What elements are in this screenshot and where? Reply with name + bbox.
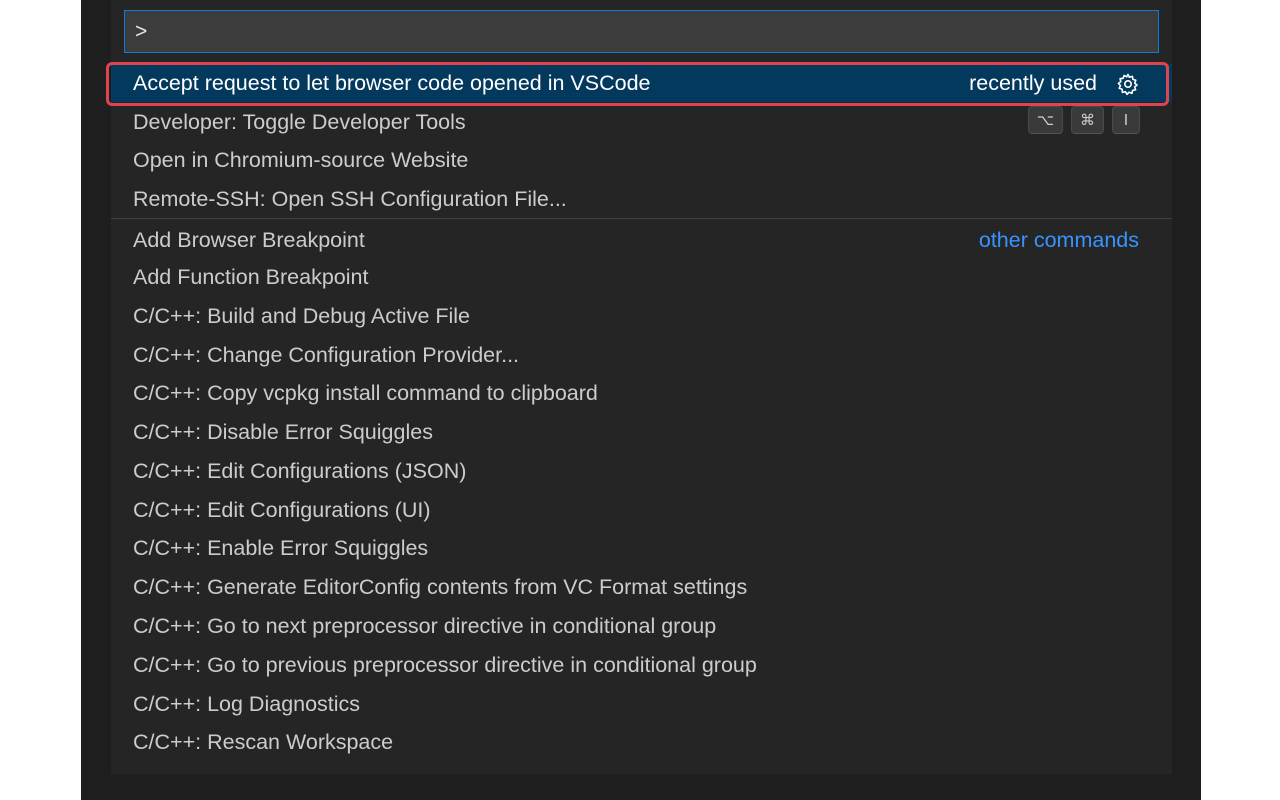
command-label: C/C++: Log Diagnostics	[133, 692, 361, 716]
command-label: Accept request to let browser code opene…	[133, 71, 651, 95]
command-item-toggle-developer-tools[interactable]: Developer: Toggle Developer Tools ⌥ ⌘ I	[111, 103, 1172, 141]
command-item[interactable]: C/C++: Generate EditorConfig contents fr…	[111, 568, 1172, 606]
command-label: Add Function Breakpoint	[133, 265, 369, 289]
command-label: C/C++: Rescan Workspace	[133, 730, 394, 754]
command-item[interactable]: C/C++: Go to previous preprocessor direc…	[111, 646, 1172, 684]
command-label: C/C++: Enable Error Squiggles	[133, 536, 429, 560]
keybinding-key-command: ⌘	[1071, 106, 1104, 134]
command-label: C/C++: Edit Configurations (JSON)	[133, 459, 467, 483]
command-item[interactable]: Add Function Breakpoint	[111, 258, 1172, 296]
command-label: C/C++: Go to next preprocessor directive…	[133, 614, 717, 638]
command-label: C/C++: Go to previous preprocessor direc…	[133, 653, 757, 677]
command-label: Open in Chromium-source Website	[133, 148, 469, 172]
command-item-remote-ssh-config[interactable]: Remote-SSH: Open SSH Configuration File.…	[111, 180, 1172, 218]
command-label: C/C++: Generate EditorConfig contents fr…	[133, 575, 748, 599]
command-label: C/C++: Change Configuration Provider...	[133, 343, 520, 367]
gear-icon[interactable]	[1116, 72, 1140, 96]
other-commands-tag: other commands	[978, 228, 1139, 252]
command-search-input[interactable]	[125, 11, 1158, 52]
command-item-accept-browser-request[interactable]: Accept request to let browser code opene…	[111, 64, 1172, 102]
command-item[interactable]: C/C++: Build and Debug Active File	[111, 297, 1172, 335]
command-item[interactable]: C/C++: Edit Configurations (JSON)	[111, 452, 1172, 490]
command-item[interactable]: Add Browser Breakpoint other commands	[111, 221, 1172, 259]
group-separator	[111, 218, 1172, 219]
command-label: Developer: Toggle Developer Tools	[133, 110, 466, 134]
command-item[interactable]: C/C++: Log Diagnostics	[111, 685, 1172, 723]
recently-used-tag: recently used	[969, 71, 1097, 95]
command-item[interactable]: C/C++: Disable Error Squiggles	[111, 413, 1172, 451]
command-label: C/C++: Build and Debug Active File	[133, 304, 471, 328]
keybinding: ⌥ ⌘ I	[1027, 106, 1140, 134]
command-item[interactable]: C/C++: Edit Configurations (UI)	[111, 491, 1172, 529]
command-item[interactable]: C/C++: Copy vcpkg install command to cli…	[111, 374, 1172, 412]
command-label: C/C++: Edit Configurations (UI)	[133, 498, 431, 522]
keybinding-key-option: ⌥	[1027, 106, 1063, 134]
command-item-open-chromium-source[interactable]: Open in Chromium-source Website	[111, 141, 1172, 179]
command-label: C/C++: Disable Error Squiggles	[133, 420, 433, 444]
command-item[interactable]: C/C++: Go to next preprocessor directive…	[111, 607, 1172, 645]
command-label: C/C++: Copy vcpkg install command to cli…	[133, 381, 598, 405]
command-palette-input-box[interactable]	[124, 10, 1159, 53]
command-item[interactable]: C/C++: Change Configuration Provider...	[111, 336, 1172, 374]
command-label: Remote-SSH: Open SSH Configuration File.…	[133, 187, 567, 211]
command-item[interactable]: C/C++: Rescan Workspace	[111, 723, 1172, 761]
command-item[interactable]: C/C++: Enable Error Squiggles	[111, 529, 1172, 567]
keybinding-key-i: I	[1112, 106, 1140, 134]
command-label: Add Browser Breakpoint	[133, 228, 365, 252]
